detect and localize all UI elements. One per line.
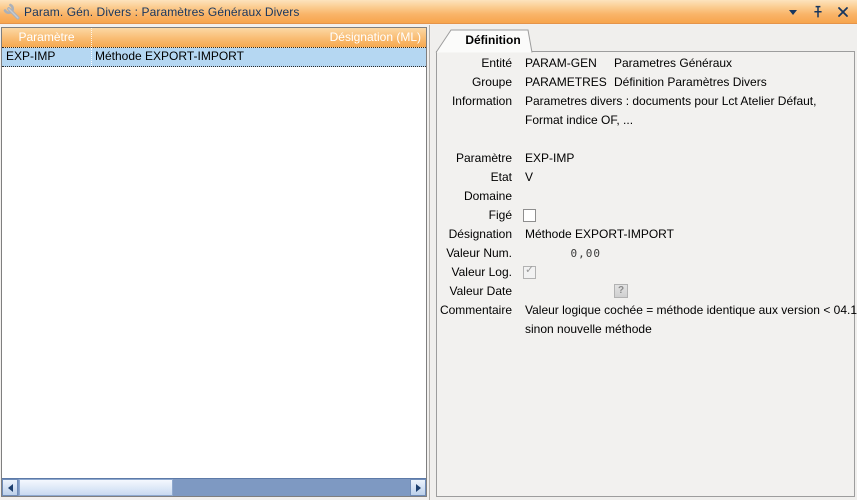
parameters-grid: Paramètre Désignation (ML) EXP-IMP Métho… [1,27,427,497]
table-row[interactable]: EXP-IMP Méthode EXPORT-IMPORT [2,48,426,67]
information-label-text: Information [431,92,512,111]
field-information: Parametres divers : documents pour Lct A… [431,92,857,111]
designation-value: Méthode EXPORT-IMPORT [525,225,674,244]
valeur-num-value: 0,00 [525,244,601,263]
field-parametre: Paramètre EXP-IMP [431,149,857,168]
detail-panel: Définition Entité PARAM-GEN Parametres G… [431,25,857,500]
field-designation: Désignation Méthode EXPORT-IMPORT [431,225,857,244]
field-entite: Entité PARAM-GEN Parametres Généraux [431,54,857,73]
commentaire-line1: Valeur logique cochée = méthode identiqu… [525,301,857,320]
cell-designation: Méthode EXPORT-IMPORT [92,48,426,66]
etat-label: Etat [431,168,512,187]
scroll-right-button[interactable] [410,479,426,496]
designation-label: Désignation [431,225,512,244]
commentaire-label: Commentaire [431,301,512,320]
pin-button[interactable] [810,4,826,20]
close-icon [837,6,849,18]
cell-parametre: EXP-IMP [2,48,92,66]
horizontal-scrollbar[interactable] [2,478,426,496]
chevron-down-icon [789,10,797,15]
valeur-log-label: Valeur Log. [431,263,512,282]
information-line1: Parametres divers : documents pour Lct A… [525,92,816,111]
valeur-log-checkbox[interactable]: ✓ [523,266,536,279]
panel-divider [429,25,430,500]
panel-title: Param. Gén. Divers : Paramètres Généraux… [24,5,299,19]
column-header-parametre[interactable]: Paramètre [2,28,92,47]
information-line2: Format indice OF, ... [525,111,633,130]
groupe-code: PARAMETRES [525,73,607,92]
titlebar-buttons [785,0,851,24]
wrench-icon [3,3,21,21]
date-picker-button[interactable]: ? [614,284,628,298]
groupe-name: Définition Paramètres Divers [614,73,767,92]
entite-label: Entité [431,54,512,73]
tab-definition[interactable]: Définition [457,33,529,47]
field-etat: Etat V [431,168,857,187]
grid-header: Paramètre Désignation (ML) [2,28,426,48]
valeur-num-label: Valeur Num. [431,244,512,263]
window-menu-button[interactable] [785,4,801,20]
commentaire-line2: sinon nouvelle méthode [525,320,652,339]
scroll-left-button[interactable] [2,479,18,496]
close-button[interactable] [835,4,851,20]
parametre-value: EXP-IMP [525,149,574,168]
entite-name: Parametres Généraux [614,54,732,73]
valeur-date-label: Valeur Date [431,282,512,301]
panel-titlebar[interactable]: Param. Gén. Divers : Paramètres Généraux… [0,0,857,24]
field-valeur-date: Valeur Date ? [431,282,857,301]
field-groupe: Groupe PARAMETRES Définition Paramètres … [431,73,857,92]
pin-icon [811,5,825,19]
scroll-right-icon [416,484,421,492]
grid-empty-area [2,67,426,478]
scrollbar-thumb[interactable] [19,479,173,496]
column-header-designation[interactable]: Désignation (ML) [92,28,426,47]
entite-code: PARAM-GEN [525,54,597,73]
check-icon: ✓ [525,264,534,277]
field-information-cont: Format indice OF, ... [431,111,857,130]
field-commentaire: Commentaire Valeur logique cochée = méth… [431,301,857,320]
field-valeur-num: Valeur Num. 0,00 [431,244,857,263]
field-domaine: Domaine [431,187,857,206]
field-commentaire-cont: sinon nouvelle méthode [431,320,857,339]
domaine-label: Domaine [431,187,512,206]
fige-checkbox[interactable] [523,209,536,222]
groupe-label: Groupe [431,73,512,92]
fige-label: Figé [431,206,512,225]
parametre-label: Paramètre [431,149,512,168]
scrollbar-track[interactable] [173,479,410,496]
etat-value: V [525,168,533,187]
field-valeur-log: Valeur Log. ✓ [431,263,857,282]
scroll-left-icon [8,484,13,492]
field-fige: Figé [431,206,857,225]
